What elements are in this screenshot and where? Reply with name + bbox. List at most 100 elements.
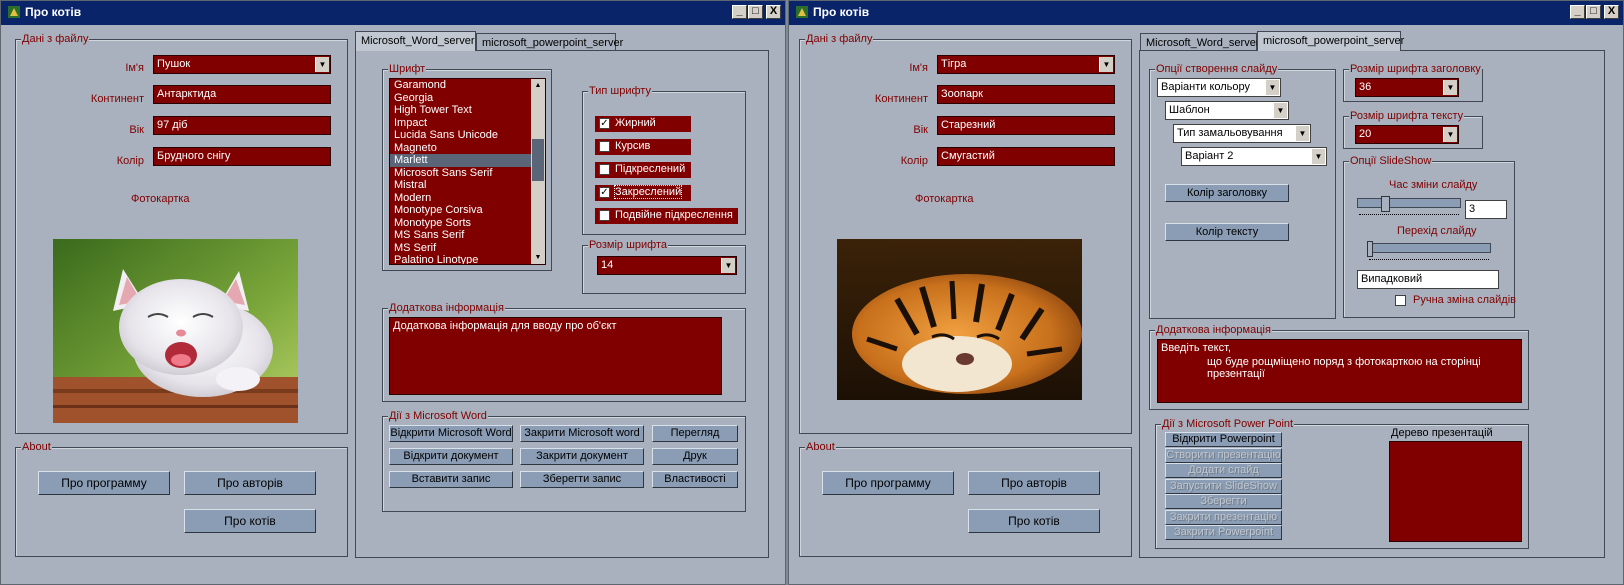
- minimize-button[interactable]: _: [1570, 5, 1585, 19]
- age-field[interactable]: Старезний: [937, 116, 1115, 135]
- font-list-item[interactable]: High Tower Text: [390, 104, 531, 117]
- about-cats-button[interactable]: Про котів: [184, 509, 316, 533]
- slider-thumb[interactable]: [1380, 196, 1390, 212]
- save-record-button[interactable]: Зберегти запис: [520, 471, 644, 488]
- font-list-item[interactable]: Lucida Sans Unicode: [390, 129, 531, 142]
- continent-field[interactable]: Антарктида: [153, 85, 331, 104]
- transition-slider[interactable]: [1367, 241, 1491, 263]
- presentation-tree[interactable]: [1389, 441, 1522, 542]
- italic-checkbox[interactable]: Курсив: [595, 139, 691, 155]
- about-cats-button[interactable]: Про котів: [968, 509, 1100, 533]
- ppt-action-button[interactable]: Закрити Powerpoint: [1165, 525, 1282, 540]
- tab-powerpoint-server[interactable]: microsoft_powerpoint_server: [476, 33, 623, 51]
- name-combobox[interactable]: Пушок ▼: [153, 55, 331, 74]
- about-authors-button[interactable]: Про авторів: [184, 471, 316, 495]
- about-program-button[interactable]: Про программу: [38, 471, 170, 495]
- print-button[interactable]: Друк: [652, 448, 738, 465]
- ppt-action-button[interactable]: Додати слайд: [1165, 463, 1282, 478]
- manual-change-checkbox-box[interactable]: [1395, 295, 1406, 306]
- chevron-down-icon[interactable]: ▼: [315, 57, 329, 72]
- chevron-down-icon[interactable]: ▼: [1311, 149, 1325, 164]
- minimize-button[interactable]: _: [732, 5, 747, 19]
- color-field[interactable]: Брудного снігу: [153, 147, 331, 166]
- chevron-down-icon[interactable]: ▼: [1273, 103, 1287, 118]
- underline-checkbox[interactable]: Підкреслений: [595, 162, 691, 178]
- about-authors-button[interactable]: Про авторів: [968, 471, 1100, 495]
- bold-checkbox[interactable]: ✓ Жирний: [595, 116, 691, 132]
- title-font-size-combobox[interactable]: 36 ▼: [1355, 78, 1459, 97]
- font-list-item[interactable]: Marlett: [390, 154, 531, 167]
- template-combobox[interactable]: Шаблон ▼: [1165, 101, 1289, 120]
- title-font-size-group-title: Розмір шрифта заголовку: [1349, 63, 1482, 75]
- ppt-action-button[interactable]: Зберегти: [1165, 494, 1282, 509]
- font-list-item[interactable]: Monotype Corsiva: [390, 204, 531, 217]
- maximize-button[interactable]: □: [1586, 5, 1601, 19]
- extra-info-textarea[interactable]: Введіть текст, що буде рощміщено поряд з…: [1157, 339, 1522, 403]
- scroll-thumb[interactable]: [532, 139, 544, 181]
- age-field[interactable]: 97 діб: [153, 116, 331, 135]
- chevron-down-icon[interactable]: ▼: [1443, 127, 1457, 142]
- underline-checkbox-box[interactable]: [599, 164, 610, 175]
- close-document-button[interactable]: Закрити документ: [520, 448, 644, 465]
- font-list-item[interactable]: Georgia: [390, 92, 531, 105]
- font-list-item[interactable]: Modern: [390, 192, 531, 205]
- double-underline-checkbox-box[interactable]: [599, 210, 610, 221]
- transition-field[interactable]: Випадковий: [1357, 270, 1499, 289]
- chevron-down-icon[interactable]: ▼: [1099, 57, 1113, 72]
- extra-info-textarea[interactable]: Додаткова інформація для вводу про об'єк…: [389, 317, 722, 395]
- text-font-size-combobox[interactable]: 20 ▼: [1355, 125, 1459, 144]
- font-list-item[interactable]: MS Sans Serif: [390, 229, 531, 242]
- chevron-down-icon[interactable]: ▼: [1443, 80, 1457, 95]
- tab-word-server[interactable]: Microsoft_Word_server: [355, 31, 476, 51]
- color-field[interactable]: Смугастий: [937, 147, 1115, 166]
- font-list-item[interactable]: Mistral: [390, 179, 531, 192]
- color-variants-combobox[interactable]: Варіанти кольору ▼: [1157, 78, 1281, 97]
- variant-combobox[interactable]: Варіант 2 ▼: [1181, 147, 1327, 166]
- change-time-slider[interactable]: [1357, 196, 1461, 218]
- font-size-combobox[interactable]: 14 ▼: [597, 256, 737, 275]
- tab-word-server[interactable]: Microsoft_Word_server: [1140, 33, 1260, 51]
- preview-button[interactable]: Перегляд: [652, 425, 738, 442]
- slider-thumb[interactable]: [1367, 241, 1373, 257]
- font-list-item[interactable]: Palatino Linotype: [390, 254, 531, 264]
- maximize-button[interactable]: □: [748, 5, 763, 19]
- ppt-action-button[interactable]: Закрити презентацію: [1165, 509, 1282, 525]
- title-color-button[interactable]: Колір заголовку: [1165, 184, 1289, 202]
- font-list-item[interactable]: Monotype Sorts: [390, 217, 531, 230]
- close-button[interactable]: X: [766, 5, 781, 19]
- close-button[interactable]: X: [1604, 5, 1619, 19]
- about-program-button[interactable]: Про программу: [822, 471, 954, 495]
- open-word-button[interactable]: Відкрити Microsoft Word: [389, 425, 513, 442]
- strikeout-checkbox-box[interactable]: ✓: [599, 187, 610, 198]
- insert-record-button[interactable]: Вставити запис: [389, 471, 513, 488]
- bold-checkbox-box[interactable]: ✓: [599, 118, 610, 129]
- fill-type-combobox[interactable]: Тип замальовування ▼: [1173, 124, 1311, 143]
- open-document-button[interactable]: Відкрити документ: [389, 448, 513, 465]
- ppt-action-button[interactable]: Створити презентацію: [1165, 447, 1282, 463]
- text-color-button[interactable]: Колір тексту: [1165, 223, 1289, 241]
- close-word-button[interactable]: Закрити Microsoft word: [520, 425, 644, 442]
- continent-field[interactable]: Зоопарк: [937, 85, 1115, 104]
- double-underline-checkbox[interactable]: Подвійне підкреслення: [595, 208, 738, 224]
- italic-checkbox-box[interactable]: [599, 141, 610, 152]
- font-list-item[interactable]: Magneto: [390, 142, 531, 155]
- bold-checkbox-label: Жирний: [615, 117, 656, 129]
- font-list-item[interactable]: MS Serif: [390, 242, 531, 255]
- name-combobox[interactable]: Тігра ▼: [937, 55, 1115, 74]
- chevron-down-icon[interactable]: ▼: [1265, 80, 1279, 95]
- font-list-scrollbar[interactable]: ▲ ▼: [531, 79, 545, 264]
- chevron-down-icon[interactable]: ▼: [721, 258, 735, 273]
- change-time-field[interactable]: 3: [1465, 200, 1507, 219]
- properties-button[interactable]: Властивості: [652, 471, 738, 488]
- font-list-item[interactable]: Microsoft Sans Serif: [390, 167, 531, 180]
- scroll-up-icon[interactable]: ▲: [531, 79, 545, 92]
- scroll-down-icon[interactable]: ▼: [531, 251, 545, 264]
- tab-powerpoint-server[interactable]: microsoft_powerpoint_server: [1257, 31, 1404, 51]
- chevron-down-icon[interactable]: ▼: [1295, 126, 1309, 141]
- strikeout-checkbox[interactable]: ✓ Закреслений: [595, 185, 691, 201]
- font-list-item[interactable]: Impact: [390, 117, 531, 130]
- ppt-action-button[interactable]: Запустити SlideShow: [1165, 478, 1282, 494]
- ppt-action-button[interactable]: Відкрити Powerpoint: [1165, 432, 1282, 447]
- font-list[interactable]: Garamond Georgia High Tower Text Impact Luci…: [389, 78, 546, 265]
- font-list-item[interactable]: Garamond: [390, 79, 531, 92]
